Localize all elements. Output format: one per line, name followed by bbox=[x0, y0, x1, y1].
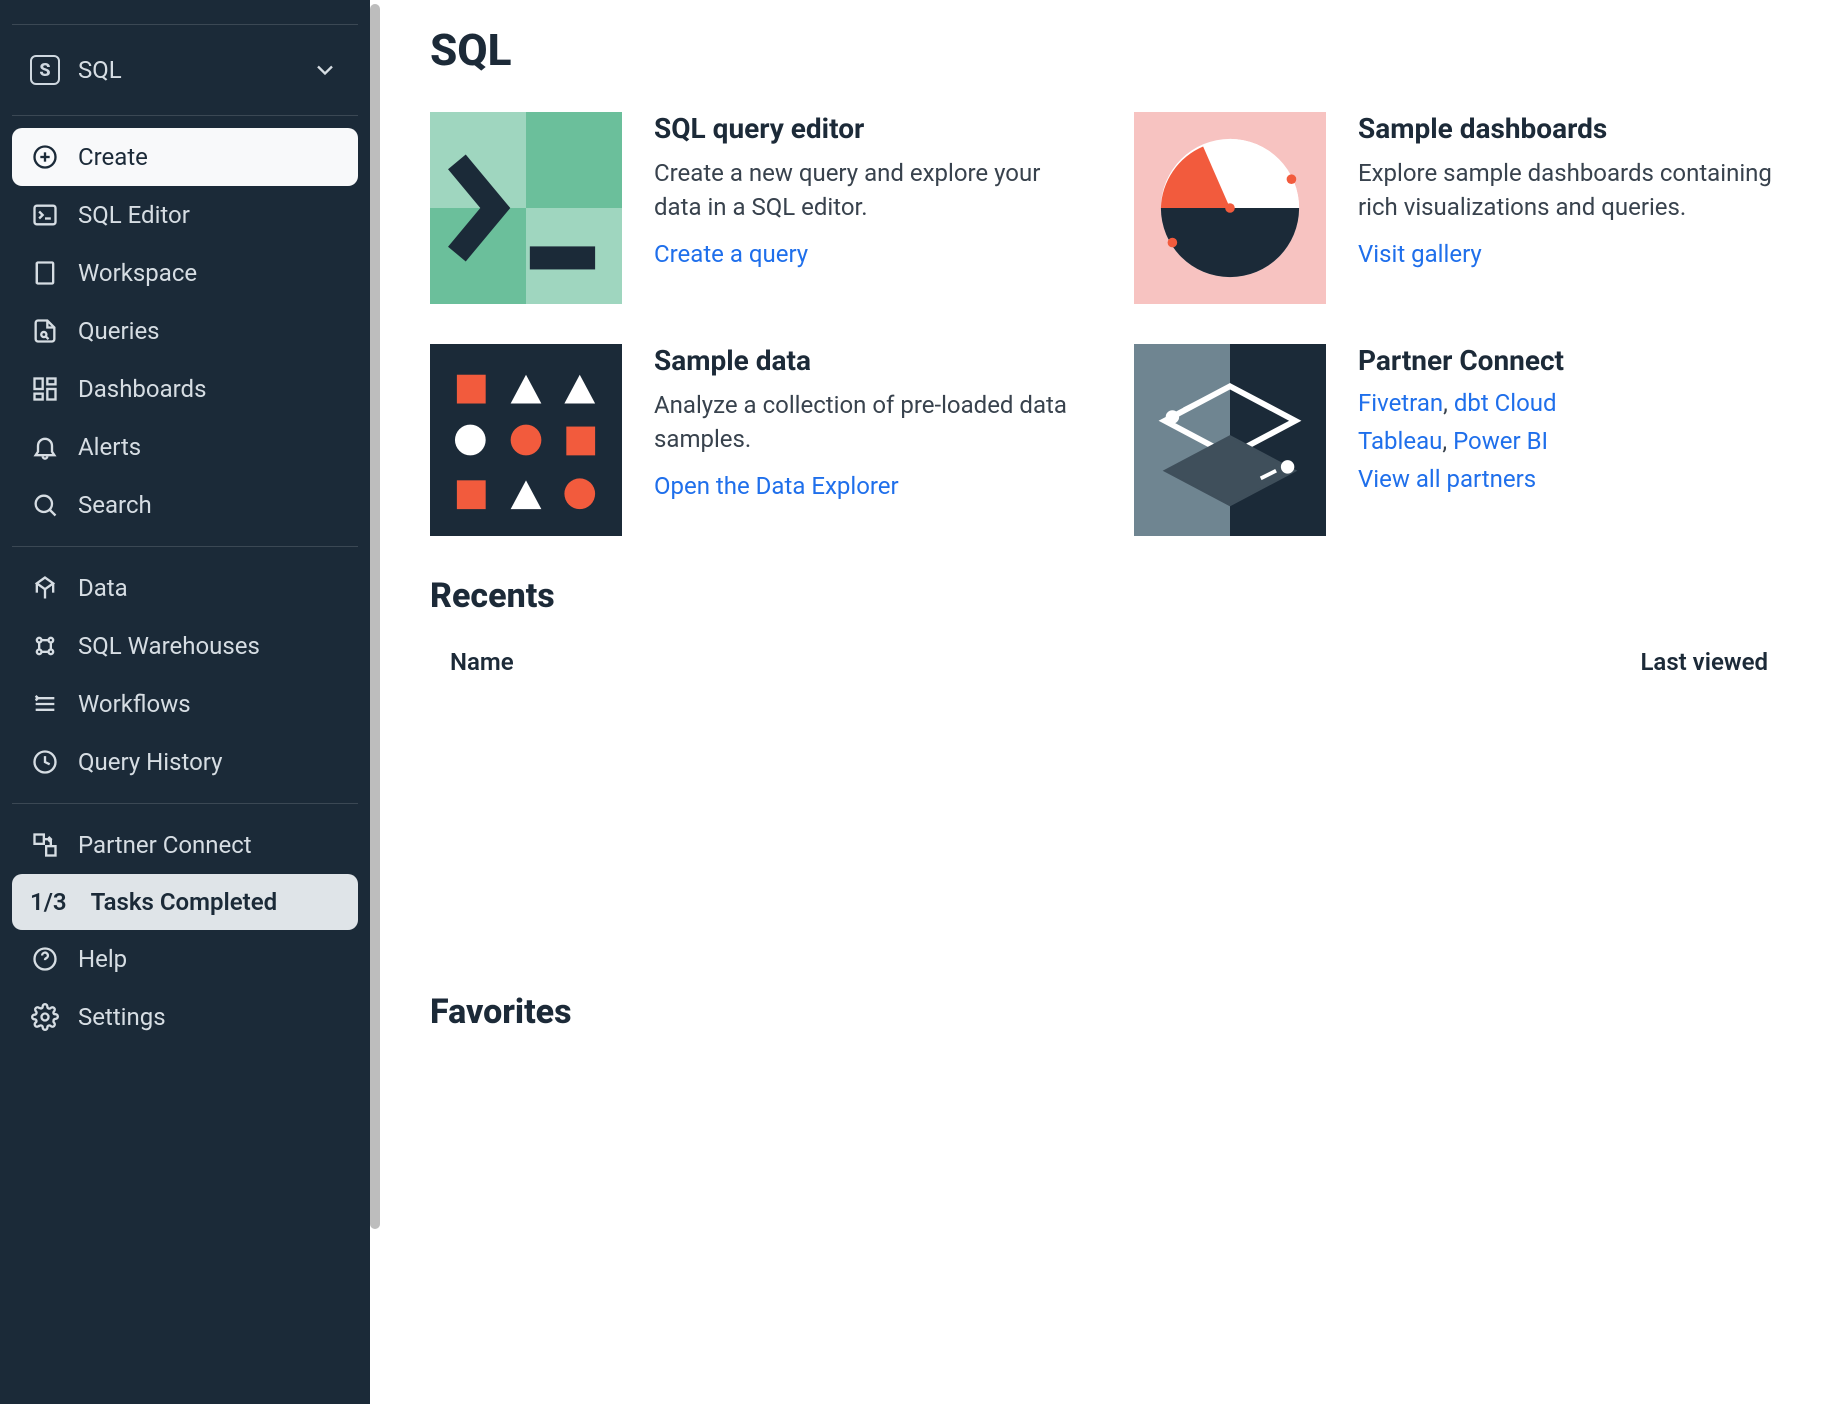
sidebar-item-label: SQL Editor bbox=[78, 201, 190, 229]
sample-data-thumb-icon bbox=[430, 344, 622, 536]
sidebar-item-label: Partner Connect bbox=[78, 831, 252, 859]
card-sample-data: Sample data Analyze a collection of pre-… bbox=[430, 344, 1084, 536]
partner-icon bbox=[30, 830, 60, 860]
divider bbox=[12, 803, 358, 804]
col-last-viewed: Last viewed bbox=[1640, 648, 1768, 676]
dashboards-thumb-icon bbox=[1134, 112, 1326, 304]
sidebar-item-label: Queries bbox=[78, 317, 160, 345]
scrollbar-thumb[interactable] bbox=[370, 4, 380, 1229]
sidebar-brand-switcher[interactable]: S SQL bbox=[12, 37, 358, 103]
dbt-cloud-link[interactable]: dbt Cloud bbox=[1454, 389, 1557, 417]
sidebar-item-label: Data bbox=[78, 574, 128, 602]
dashboard-icon bbox=[30, 374, 60, 404]
sidebar-item-label: Settings bbox=[78, 1003, 166, 1031]
sidebar-item-label: Workspace bbox=[78, 259, 197, 287]
sidebar-item-label: Query History bbox=[78, 748, 222, 776]
bell-icon bbox=[30, 432, 60, 462]
divider bbox=[12, 24, 358, 25]
power-bi-link[interactable]: Power BI bbox=[1453, 427, 1548, 455]
sidebar-item-label: Dashboards bbox=[78, 375, 206, 403]
card-partner-connect: Partner Connect Fivetran, dbt Cloud Tabl… bbox=[1134, 344, 1788, 536]
sidebar-item-queries[interactable]: Queries bbox=[12, 302, 358, 360]
file-search-icon bbox=[30, 316, 60, 346]
card-desc: Create a new query and explore your data… bbox=[654, 157, 1084, 224]
recents-heading: Recents bbox=[430, 576, 1788, 616]
sidebar-item-data[interactable]: Data bbox=[12, 559, 358, 617]
sidebar-item-sql-editor[interactable]: SQL Editor bbox=[12, 186, 358, 244]
sidebar-item-label: Search bbox=[78, 491, 152, 519]
notebook-icon bbox=[30, 258, 60, 288]
card-title: Partner Connect bbox=[1358, 344, 1564, 377]
scrollbar[interactable] bbox=[370, 4, 380, 1229]
sidebar: S SQL Create SQL Editor Workspace Querie… bbox=[0, 0, 370, 1404]
recents-table-head: Name Last viewed bbox=[430, 636, 1788, 688]
visit-gallery-link[interactable]: Visit gallery bbox=[1358, 240, 1482, 268]
brand-label: SQL bbox=[78, 56, 122, 84]
card-title: Sample data bbox=[654, 344, 1084, 377]
main-content: SQL SQL query editor Create a new query … bbox=[370, 0, 1848, 1404]
create-query-link[interactable]: Create a query bbox=[654, 240, 808, 268]
sidebar-item-dashboards[interactable]: Dashboards bbox=[12, 360, 358, 418]
search-icon bbox=[30, 490, 60, 520]
clock-icon bbox=[30, 747, 60, 777]
brand-icon: S bbox=[30, 55, 60, 85]
landing-cards: SQL query editor Create a new query and … bbox=[430, 112, 1788, 536]
open-data-explorer-link[interactable]: Open the Data Explorer bbox=[654, 472, 899, 500]
sidebar-item-workflows[interactable]: Workflows bbox=[12, 675, 358, 733]
divider bbox=[12, 115, 358, 116]
sidebar-item-label: SQL Warehouses bbox=[78, 632, 260, 660]
sidebar-item-tasks-completed[interactable]: 1/3 Tasks Completed bbox=[12, 874, 358, 930]
sidebar-item-workspace[interactable]: Workspace bbox=[12, 244, 358, 302]
sidebar-item-sql-warehouses[interactable]: SQL Warehouses bbox=[12, 617, 358, 675]
fivetran-link[interactable]: Fivetran bbox=[1358, 389, 1443, 417]
gear-icon bbox=[30, 1002, 60, 1032]
data-icon bbox=[30, 573, 60, 603]
workflows-icon bbox=[30, 689, 60, 719]
sql-editor-thumb-icon bbox=[430, 112, 622, 304]
sidebar-item-settings[interactable]: Settings bbox=[12, 988, 358, 1046]
card-desc: Analyze a collection of pre-loaded data … bbox=[654, 389, 1084, 456]
partner-row-2: Tableau, Power BI bbox=[1358, 427, 1564, 455]
partner-connect-thumb-icon bbox=[1134, 344, 1326, 536]
recents-table: Name Last viewed bbox=[430, 636, 1788, 968]
plus-circle-icon bbox=[30, 142, 60, 172]
sidebar-item-label: Workflows bbox=[78, 690, 191, 718]
card-sql-editor: SQL query editor Create a new query and … bbox=[430, 112, 1084, 304]
sidebar-item-alerts[interactable]: Alerts bbox=[12, 418, 358, 476]
help-icon bbox=[30, 944, 60, 974]
view-all-partners-link[interactable]: View all partners bbox=[1358, 465, 1536, 493]
sidebar-item-create[interactable]: Create bbox=[12, 128, 358, 186]
col-name: Name bbox=[450, 648, 514, 676]
terminal-icon bbox=[30, 200, 60, 230]
sidebar-item-help[interactable]: Help bbox=[12, 930, 358, 988]
card-title: Sample dashboards bbox=[1358, 112, 1788, 145]
sidebar-item-query-history[interactable]: Query History bbox=[12, 733, 358, 791]
card-title: SQL query editor bbox=[654, 112, 1084, 145]
partner-row-1: Fivetran, dbt Cloud bbox=[1358, 389, 1564, 417]
sidebar-item-search[interactable]: Search bbox=[12, 476, 358, 534]
sidebar-item-label: Alerts bbox=[78, 433, 141, 461]
sidebar-item-label: Tasks Completed bbox=[91, 888, 278, 916]
divider bbox=[12, 546, 358, 547]
warehouse-icon bbox=[30, 631, 60, 661]
chevron-down-icon bbox=[310, 55, 340, 85]
card-sample-dashboards: Sample dashboards Explore sample dashboa… bbox=[1134, 112, 1788, 304]
tasks-count: 1/3 bbox=[30, 888, 67, 916]
sidebar-item-label: Help bbox=[78, 945, 127, 973]
tableau-link[interactable]: Tableau bbox=[1358, 427, 1442, 455]
card-desc: Explore sample dashboards containing ric… bbox=[1358, 157, 1788, 224]
page-title: SQL bbox=[430, 24, 1788, 76]
sidebar-item-partner-connect[interactable]: Partner Connect bbox=[12, 816, 358, 874]
favorites-heading: Favorites bbox=[430, 992, 1788, 1032]
sidebar-item-label: Create bbox=[78, 143, 148, 171]
recents-empty bbox=[430, 688, 1788, 968]
